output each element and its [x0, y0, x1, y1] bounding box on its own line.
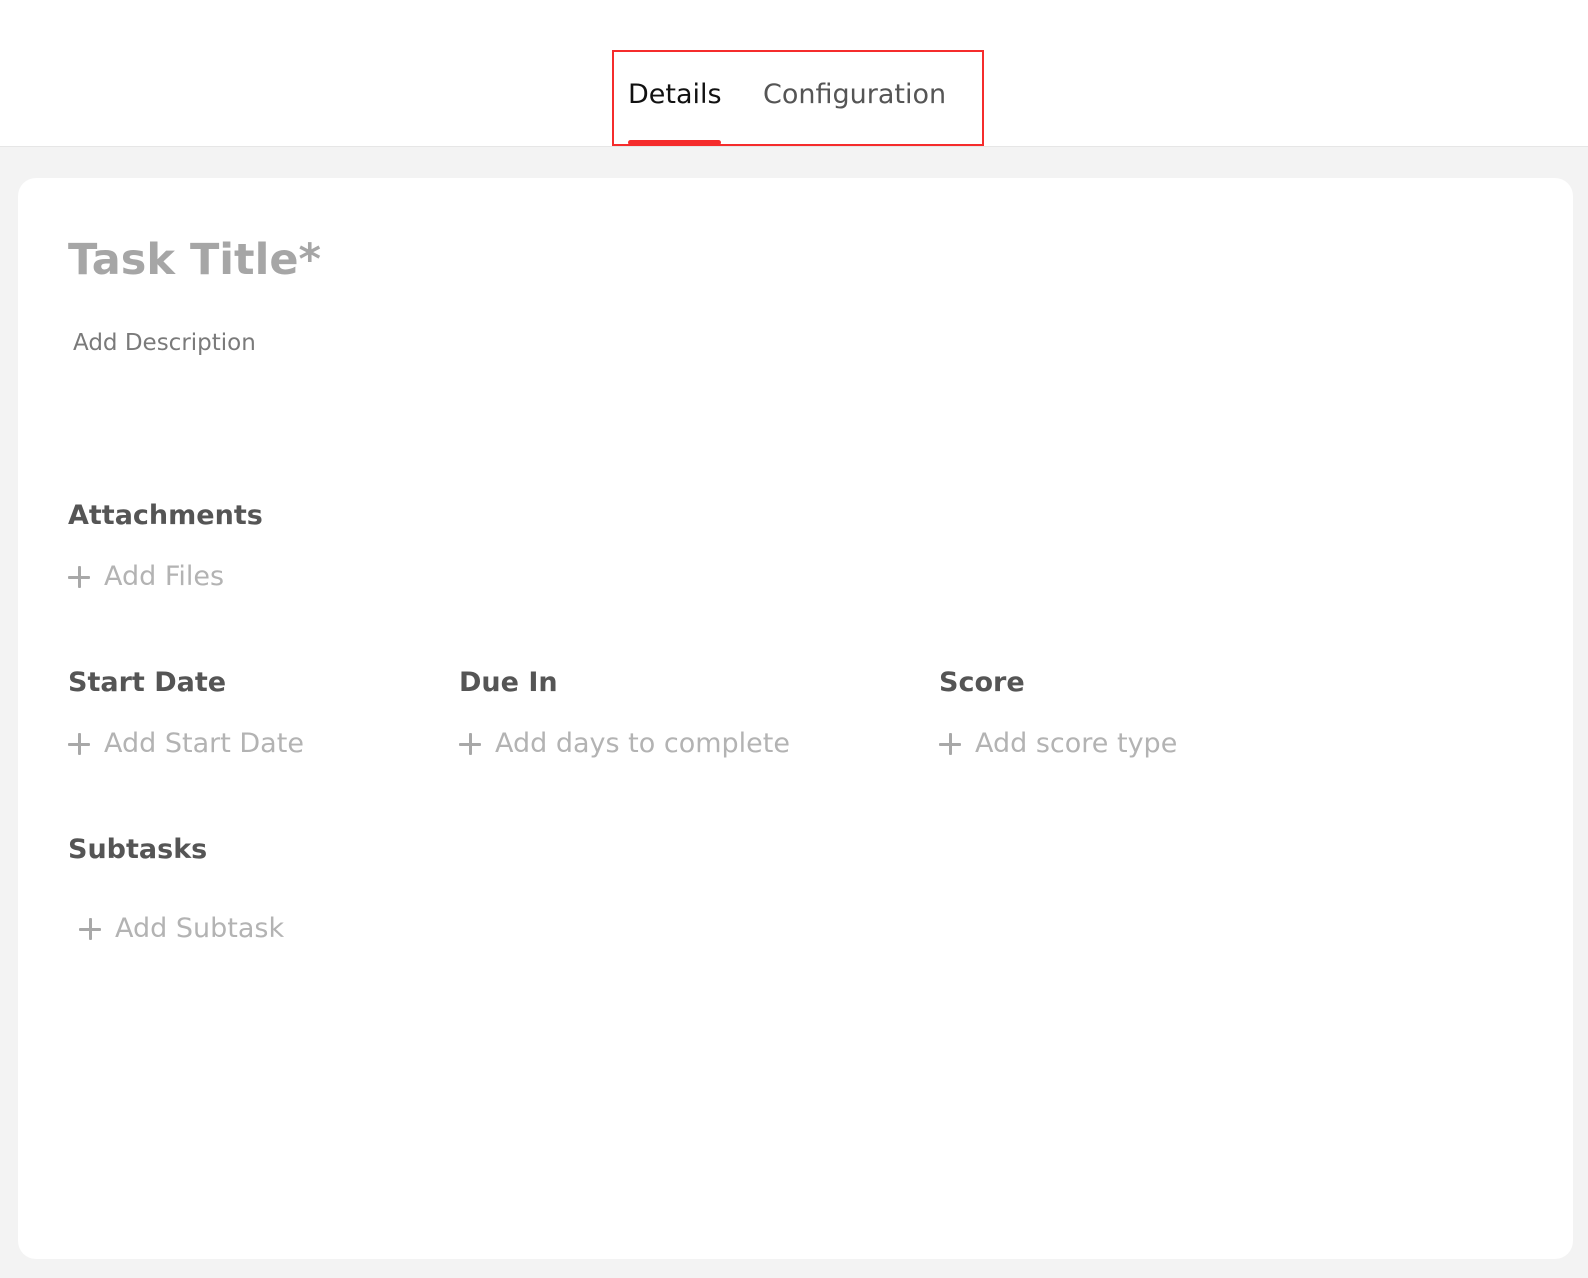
add-start-date-label: Add Start Date: [104, 728, 304, 759]
tab-details[interactable]: Details: [628, 76, 722, 114]
due-in-heading: Due In: [459, 667, 558, 698]
tab-bar: Details Configuration: [612, 50, 984, 146]
score-heading: Score: [939, 667, 1025, 698]
add-files-label: Add Files: [104, 561, 225, 592]
add-score-type-button[interactable]: Add score type: [939, 726, 1177, 762]
attachments-heading: Attachments: [68, 500, 263, 531]
add-start-date-button[interactable]: Add Start Date: [68, 726, 304, 762]
add-days-to-complete-button[interactable]: Add days to complete: [459, 726, 790, 762]
task-title-input[interactable]: Task Title*: [68, 232, 321, 288]
plus-icon: [939, 733, 961, 755]
add-subtask-label: Add Subtask: [115, 913, 285, 944]
tab-configuration[interactable]: Configuration: [763, 76, 946, 114]
plus-icon: [79, 918, 101, 940]
task-form-card: Task Title* Add Description Attachments …: [18, 178, 1573, 1259]
top-bar: Details Configuration: [0, 0, 1588, 147]
plus-icon: [68, 733, 90, 755]
active-tab-indicator: [628, 140, 721, 145]
add-score-type-label: Add score type: [975, 728, 1178, 759]
add-files-button[interactable]: Add Files: [68, 559, 224, 595]
add-subtask-button[interactable]: Add Subtask: [79, 911, 284, 947]
plus-icon: [68, 566, 90, 588]
subtasks-heading: Subtasks: [68, 834, 208, 865]
add-days-label: Add days to complete: [495, 728, 790, 759]
start-date-heading: Start Date: [68, 667, 227, 698]
task-description-input[interactable]: Add Description: [73, 328, 256, 358]
plus-icon: [459, 733, 481, 755]
